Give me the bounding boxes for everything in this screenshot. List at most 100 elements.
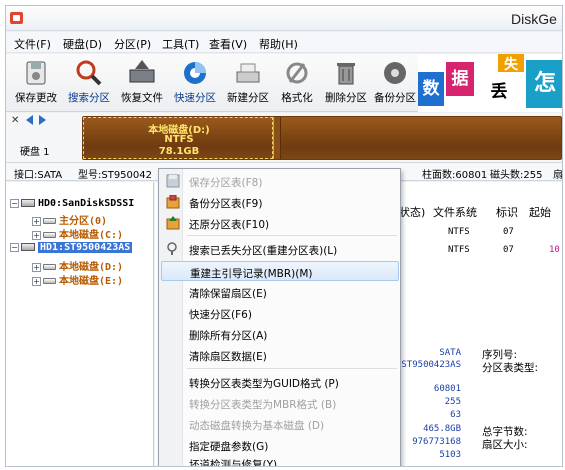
window-title: DiskGe — [511, 11, 557, 27]
nav-right-icon[interactable] — [38, 115, 46, 125]
partition-icon — [43, 278, 56, 284]
new-partition-icon — [233, 58, 263, 88]
menu-disk[interactable]: 硬盘(D) — [63, 36, 102, 52]
menu-dynamic-to-basic[interactable]: 动态磁盘转换为基本磁盘 (D) — [161, 414, 399, 434]
column-header-filesystem[interactable]: 文件系统 — [433, 204, 477, 220]
menu-clear-reserved-sectors[interactable]: 清除保留扇区(E) — [161, 282, 399, 302]
collapse-icon[interactable]: − — [10, 198, 19, 208]
menu-bad-sector-check[interactable]: 坏道检测与修复(Y) — [161, 453, 399, 467]
detail-sectors-value: 63 — [450, 410, 461, 420]
detail-model-value: ST9500423AS — [401, 360, 461, 370]
recover-files-button[interactable]: 恢复文件 — [116, 56, 168, 108]
partition-icon — [43, 264, 56, 270]
menu-backup-partition-table[interactable]: 备份分区表(F9) — [161, 192, 399, 212]
app-window: DiskGe 文件(F) 硬盘(D) 分区(P) 工具(T) 查看(V) 帮助(… — [5, 5, 563, 467]
backup-partition-button[interactable]: 备份分区 — [369, 56, 421, 108]
save-table-icon — [166, 174, 180, 188]
banner-tile: 丢 — [474, 72, 524, 108]
disk-label: 硬盘 1 — [20, 147, 50, 158]
table-cell-id: 07 — [503, 245, 514, 255]
hard-disk-icon — [21, 243, 35, 251]
menu-clear-sector-data[interactable]: 清除扇区数据(E) — [161, 345, 399, 365]
sectors-info: 扇 — [553, 170, 563, 181]
menu-save-partition-table[interactable]: 保存分区表(F8) — [161, 171, 399, 191]
partition-divider — [273, 117, 281, 159]
menu-restore-partition-table[interactable]: 还原分区表(F10) — [161, 213, 399, 233]
partition-bar[interactable]: 本地磁盘(D:) NTFS 78.1GB — [82, 116, 562, 160]
expand-icon[interactable]: + — [32, 230, 41, 240]
backup-partition-label: 备份分区 — [374, 92, 416, 104]
menu-dynamic-to-basic-label: 动态磁盘转换为基本磁盘 (D) — [189, 420, 325, 432]
menu-specify-disk-params[interactable]: 指定硬盘参数(G) — [161, 435, 399, 455]
detail-cylinders-value: 60801 — [433, 384, 461, 394]
menu-convert-to-mbr[interactable]: 转换分区表类型为MBR格式 (B) — [161, 393, 399, 413]
menu-file[interactable]: 文件(F) — [14, 36, 51, 52]
save-changes-label: 保存更改 — [15, 92, 57, 104]
delete-partition-button[interactable]: 删除分区 — [320, 56, 372, 108]
menu-quick-partition[interactable]: 快速分区(F6) — [161, 303, 399, 323]
banner-tile: 怎 — [526, 60, 562, 108]
format-button[interactable]: 格式化 — [271, 56, 323, 108]
save-changes-icon — [21, 58, 51, 88]
menu-backup-partition-table-label: 备份分区表(F9) — [189, 198, 263, 210]
column-header-id[interactable]: 标识 — [496, 204, 518, 220]
table-cell-start: 10 — [549, 245, 560, 255]
selected-partition-block[interactable]: 本地磁盘(D:) NTFS 78.1GB — [83, 117, 273, 159]
format-icon — [282, 58, 312, 88]
close-icon[interactable]: ✕ — [11, 115, 19, 126]
title-bar: DiskGe — [6, 6, 562, 31]
banner-tile: 据 — [446, 62, 474, 96]
menu-clear-sector-data-label: 清除扇区数据(E) — [189, 351, 267, 363]
column-header-start[interactable]: 起始 — [529, 204, 551, 220]
menu-convert-to-guid-label: 转换分区表类型为GUID格式 (P) — [189, 378, 339, 390]
table-cell-id: 07 — [503, 227, 514, 237]
menu-bad-sector-check-label: 坏道检测与修复(Y) — [189, 459, 278, 467]
menu-save-partition-table-label: 保存分区表(F8) — [189, 177, 263, 189]
menu-tools[interactable]: 工具(T) — [162, 36, 199, 52]
tree-disk1-partition-2[interactable]: + 本地磁盘(E:) — [32, 272, 123, 287]
menu-rebuild-mbr[interactable]: 重建主引导记录(MBR)(M) — [161, 261, 399, 281]
nav-left-icon[interactable] — [26, 115, 34, 125]
menu-view[interactable]: 查看(V) — [209, 36, 247, 52]
menu-clear-reserved-sectors-label: 清除保留扇区(E) — [189, 288, 267, 300]
app-logo-icon — [10, 12, 23, 24]
new-partition-label: 新建分区 — [227, 92, 269, 104]
column-header-status[interactable]: 状态) — [399, 204, 425, 220]
menu-help[interactable]: 帮助(H) — [259, 36, 298, 52]
new-partition-button[interactable]: 新建分区 — [222, 56, 274, 108]
search-partition-icon — [74, 58, 104, 88]
quick-partition-button[interactable]: 快速分区 — [169, 56, 221, 108]
detail-total-sectors-value: 976773168 — [412, 437, 461, 447]
menu-restore-partition-table-label: 还原分区表(F10) — [189, 219, 270, 231]
collapse-icon[interactable]: − — [10, 242, 19, 252]
expand-icon[interactable]: + — [32, 276, 41, 286]
menu-partition[interactable]: 分区(P) — [114, 36, 151, 52]
menu-search-lost-partitions-label: 搜索已丢失分区(重建分区表)(L) — [189, 245, 338, 257]
tree-disk1-partition-2-label: 本地磁盘(E:) — [59, 276, 124, 287]
expand-icon[interactable]: + — [32, 216, 41, 226]
tree-disk0-partition-2[interactable]: + 本地磁盘(C:) — [32, 226, 123, 241]
search-partition-button[interactable]: 搜索分区 — [63, 56, 115, 108]
menu-delete-all-partitions[interactable]: 删除所有分区(A) — [161, 324, 399, 344]
interface-info: 接口:SATA — [14, 170, 63, 181]
menu-search-lost-partitions[interactable]: 搜索已丢失分区(重建分区表)(L) — [161, 239, 399, 259]
partition-fs: NTFS — [164, 134, 194, 145]
tree-disk0-partition-1[interactable]: + 主分区(0) — [32, 212, 107, 227]
detail-capacity-value: 465.8GB — [423, 424, 461, 434]
tree-disk0-partition-2-label: 本地磁盘(C:) — [59, 230, 124, 241]
tree-disk1[interactable]: − HD1:ST9500423AS — [10, 242, 133, 253]
tree-disk1-partition-1[interactable]: + 本地磁盘(D:) — [32, 258, 123, 273]
expand-icon[interactable]: + — [32, 262, 41, 272]
banner-tile: 数 — [418, 72, 444, 106]
search-partition-label: 搜索分区 — [68, 92, 110, 104]
restore-table-icon — [166, 216, 180, 230]
menu-convert-to-guid[interactable]: 转换分区表类型为GUID格式 (P) — [161, 372, 399, 392]
quick-partition-icon — [180, 58, 210, 88]
table-cell-fs: NTFS — [448, 227, 470, 237]
promo-banner[interactable]: 数 据 失 丢 怎 — [418, 54, 562, 112]
partition-size: 78.1GB — [158, 146, 200, 157]
recover-files-label: 恢复文件 — [121, 92, 163, 104]
delete-partition-icon — [331, 58, 361, 88]
save-changes-button[interactable]: 保存更改 — [10, 56, 62, 108]
tree-disk0[interactable]: − HD0:SanDiskSDSSI — [10, 198, 134, 209]
